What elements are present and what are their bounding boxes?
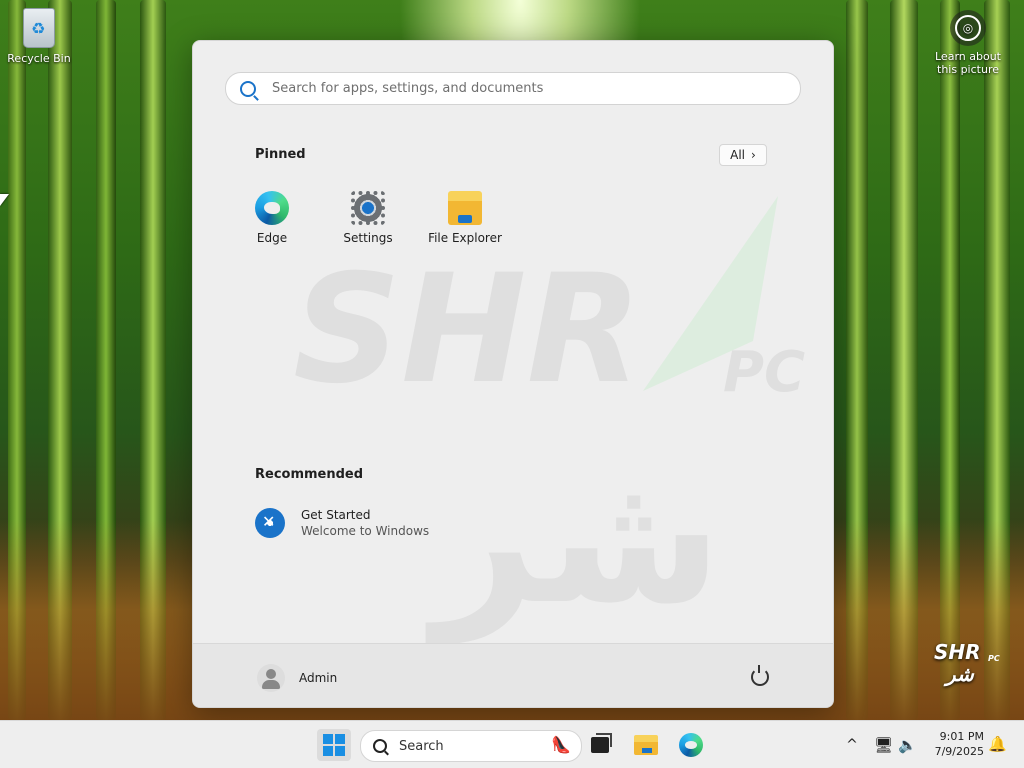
recommended-item-subtitle: Welcome to Windows <box>301 524 430 538</box>
learn-about-picture-shortcut[interactable]: ◎ Learn about this picture <box>926 10 1010 76</box>
pinned-app-edge[interactable]: Edge <box>227 191 317 245</box>
volume-icon[interactable]: 🔈 <box>898 721 917 768</box>
camera-info-icon: ◎ <box>950 10 986 46</box>
task-view-button[interactable] <box>583 729 617 761</box>
watermark-pc-text: PC <box>723 340 805 405</box>
clock-date: 7/9/2025 <box>934 745 984 758</box>
recommended-item-title: Get Started <box>301 508 371 522</box>
recommended-item-get-started[interactable]: Get Started Welcome to Windows <box>255 508 429 538</box>
start-menu-footer: Admin <box>193 643 833 707</box>
folder-icon <box>448 191 482 225</box>
start-button[interactable] <box>317 729 351 761</box>
recycle-bin-label: Recycle Bin <box>7 52 71 65</box>
search-icon <box>240 80 256 97</box>
start-search-box[interactable] <box>225 72 801 105</box>
avatar <box>257 664 285 692</box>
taskbar-edge[interactable] <box>674 729 708 761</box>
start-menu: SHR PC شر Pinned All › Edge Settings Fil… <box>192 40 834 708</box>
edge-icon <box>255 191 289 225</box>
pinned-app-file-explorer[interactable]: File Explorer <box>420 191 510 245</box>
folder-icon <box>634 735 658 755</box>
search-highlight-icon: 👠 <box>551 735 571 754</box>
user-name: Admin <box>299 671 338 685</box>
learn-label-line2: this picture <box>937 63 999 76</box>
brand-logo-top: SHR <box>934 640 981 664</box>
pinned-app-label: Edge <box>256 231 288 245</box>
watermark-arabic-text: شر <box>425 435 722 645</box>
taskbar: Search 👠 ^ 🖥 🔈 9:01 PM 7/9/2025 🔔 <box>0 720 1024 768</box>
recycle-bin-shortcut[interactable]: ♻ Recycle Bin <box>4 8 74 65</box>
all-apps-button[interactable]: All › <box>719 144 767 166</box>
chevron-up-icon: ^ <box>846 737 858 753</box>
watermark-arrow-shape <box>643 196 778 391</box>
recommended-section-title: Recommended <box>255 467 364 482</box>
task-view-icon <box>591 733 612 753</box>
windows-logo-icon <box>323 734 345 756</box>
network-icon[interactable]: 🖥 <box>874 721 893 768</box>
user-account-button[interactable]: Admin <box>257 664 337 692</box>
taskbar-search-box[interactable]: Search 👠 <box>360 730 582 762</box>
taskbar-search-label: Search <box>399 738 444 754</box>
taskbar-file-explorer[interactable] <box>629 729 663 761</box>
show-hidden-icons-button[interactable]: ^ <box>842 721 862 768</box>
pinned-app-settings[interactable]: Settings <box>323 191 413 245</box>
pinned-app-label: File Explorer <box>428 231 502 245</box>
edge-icon <box>679 733 703 757</box>
clock-time: 9:01 PM <box>939 730 984 743</box>
chevron-right-icon: › <box>751 148 756 162</box>
taskbar-clock[interactable]: 9:01 PM 7/9/2025 <box>926 729 984 759</box>
shr-watermark: SHR PC شر <box>293 196 805 645</box>
get-started-icon <box>255 508 285 538</box>
search-icon <box>373 739 387 753</box>
pinned-section-title: Pinned <box>255 147 306 162</box>
power-icon[interactable] <box>751 665 769 686</box>
all-apps-label: All <box>730 148 746 162</box>
notification-bell-icon[interactable]: 🔔 <box>988 735 1007 753</box>
recycle-bin-icon: ♻ <box>23 8 55 48</box>
brand-logo-pc: PC <box>988 654 1000 663</box>
pinned-app-label: Settings <box>343 231 393 245</box>
gear-icon <box>351 191 385 225</box>
learn-label-line1: Learn about <box>935 50 1001 63</box>
brand-watermark-logo: SHR PC شر <box>928 638 1002 690</box>
start-search-input[interactable] <box>270 80 774 97</box>
watermark-shr-text: SHR <box>293 243 642 417</box>
brand-logo-bottom: شر <box>946 662 974 686</box>
mouse-cursor-icon <box>0 194 9 206</box>
